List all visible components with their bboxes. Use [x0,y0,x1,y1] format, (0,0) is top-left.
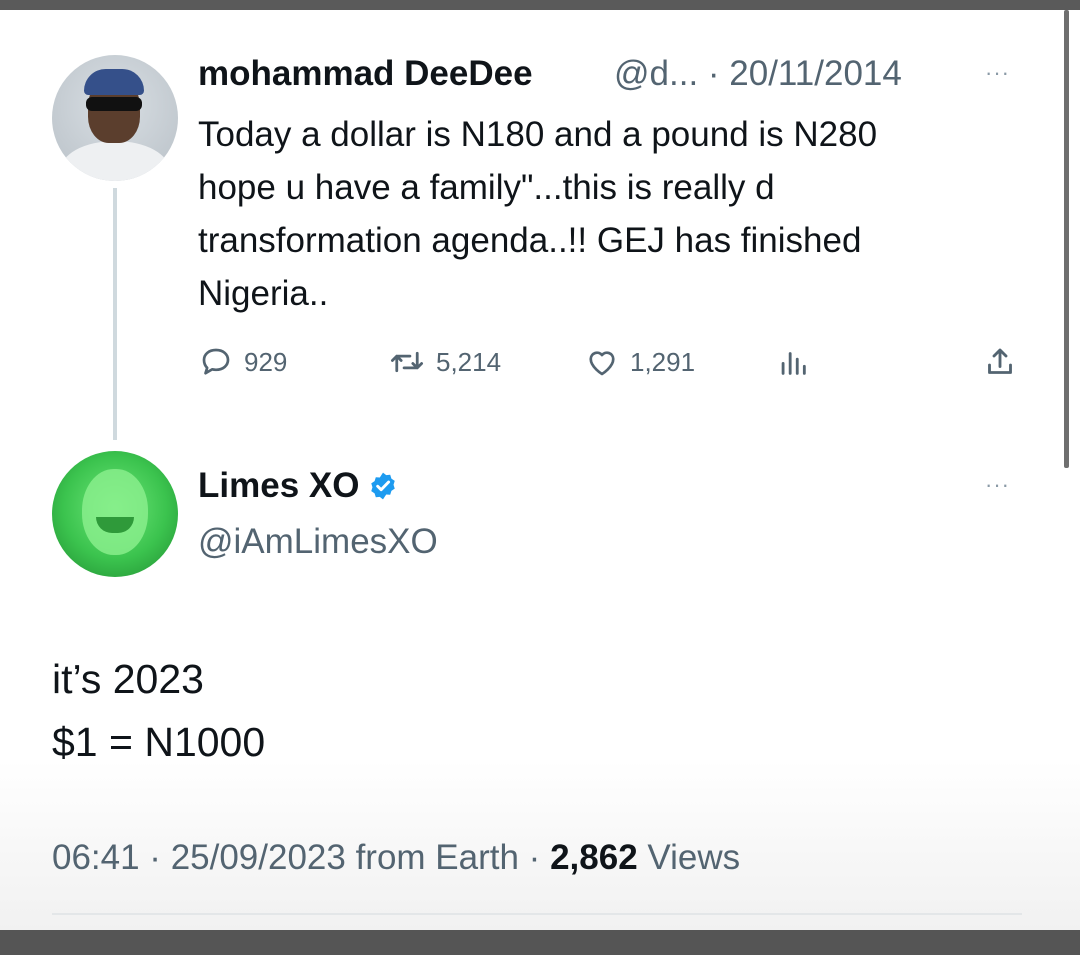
author-handle[interactable]: @iAmLimesXO [198,522,438,562]
share-icon [988,348,1012,374]
views-button[interactable] [776,340,810,384]
tweet-text-line: Nigeria.. [198,274,329,313]
reply-text-line: it’s 2023 [52,656,204,702]
window-bottom-edge [0,930,1080,955]
like-count: 1,291 [630,346,696,377]
author-name[interactable]: Limes XO [198,466,359,506]
views-chart-icon [781,352,806,375]
reply-icon [202,348,230,375]
share-button[interactable] [982,340,1018,384]
verified-badge-icon [371,472,396,500]
reply-text-line: $1 = N1000 [52,719,266,765]
window-top-edge [0,0,1080,10]
retweet-count: 5,214 [436,346,502,377]
tweet-text: Today a dollar is N180 and a pound is N2… [198,108,1028,320]
more-options-icon[interactable]: ··· [985,472,1010,498]
divider [52,913,1022,915]
views-count: 2,862 [550,838,638,877]
tweet-metadata: 06:41 · 25/09/2023 from Earth · 2,862 Vi… [52,838,740,878]
scrollbar[interactable] [1064,10,1069,468]
more-options-icon[interactable]: ··· [985,60,1010,86]
reply-button[interactable]: 929 [198,340,287,384]
tweet-text-line: transformation agenda..!! GEJ has finish… [198,221,862,260]
retweet-icon [390,351,424,373]
reply-text: it’s 2023 $1 = N1000 [52,648,265,774]
timestamp[interactable]: 06:41 · 25/09/2023 from Earth · [52,838,550,877]
views-label: Views [637,838,741,877]
like-button[interactable]: 1,291 [584,340,695,384]
author-name[interactable]: mohammad DeeDee [198,54,533,94]
like-icon [589,351,615,376]
thread-line [113,188,117,440]
tweet-actions: 929 5,214 1,291 [198,340,1028,384]
retweet-button[interactable]: 5,214 [388,340,501,384]
avatar-limes-xo[interactable] [52,451,178,577]
avatar-mohammad-deedee[interactable] [52,55,178,181]
tweet-text-line: Today a dollar is N180 and a pound is N2… [198,115,878,154]
tweet-text-line: hope u have a family"...this is really d [198,168,775,207]
reply-count: 929 [244,346,288,377]
author-name-row: Limes XO [198,466,399,506]
author-handle-date[interactable]: @d... · 20/11/2014 [614,54,902,94]
